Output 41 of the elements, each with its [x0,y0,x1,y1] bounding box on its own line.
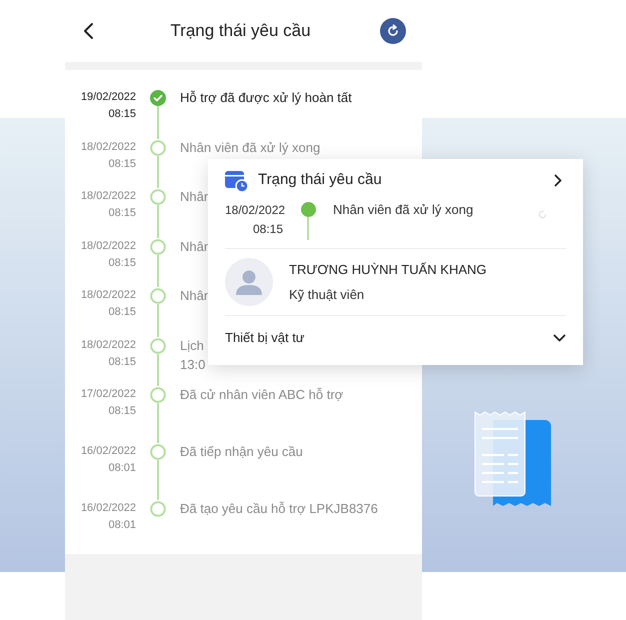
staff-name: TRƯƠNG HUỲNH TUẤN KHANG [289,260,487,278]
timeline-date: 18/02/2022 [80,189,136,204]
timeline-text: 13:0 [180,356,206,374]
status-date: 18/02/2022 [225,202,283,219]
avatar-icon [225,258,273,306]
status-dot-icon [300,202,316,217]
timeline-time: 08:15 [107,206,136,221]
status-time: 08:15 [252,221,283,238]
timeline-date: 17/02/2022 [80,387,136,402]
timeline-date: 19/02/2022 [80,90,136,105]
timeline-date: 18/02/2022 [80,238,136,254]
refresh-icon [386,24,400,38]
timeline-time: 08:15 [107,305,136,320]
card-title: Trạng thái yêu cầu [258,170,383,190]
back-icon [83,22,95,40]
timeline-time: 08:15 [107,107,136,122]
timeline-text: Hỗ trợ đã được xử lý hoàn tất [180,89,352,107]
timeline-text: Đã tạo yêu cầu hỗ trợ LPKJB8376 [180,500,378,518]
timeline-date: 16/02/2022 [80,444,136,459]
timeline-date: 18/02/2022 [80,338,136,352]
timeline-text: Đã tiếp nhận yêu cầu [180,443,303,461]
staff-role: Kỹ thuật viên [289,286,366,304]
timeline-text: Lịch [180,336,205,354]
timeline-text: Nhân viên đã xử lý xong [180,138,320,156]
section-toggle[interactable]: Thiết bị vật tư [225,316,566,360]
timeline-text: Đã cử nhân viên ABC hỗ trợ [180,386,344,404]
timeline-time: 08:15 [107,256,136,270]
refresh-button[interactable] [380,18,406,44]
timeline-time: 08:01 [107,518,136,533]
timeline-time: 08:01 [107,461,136,476]
screen-title: Trạng thái yêu cầu [169,20,312,42]
timeline-date: 18/02/2022 [80,140,136,154]
timeline-date: 18/02/2022 [80,288,136,303]
calendar-clock-icon [225,168,248,192]
refresh-icon [537,209,548,220]
timeline-time: 08:15 [107,354,136,370]
status-text: Nhân viên đã xử lý xong [333,201,474,219]
timeline-time: 08:15 [107,404,136,419]
timeline-date: 16/02/2022 [80,501,136,516]
timeline-time: 08:15 [107,156,136,172]
chevron-down-icon [553,334,566,342]
